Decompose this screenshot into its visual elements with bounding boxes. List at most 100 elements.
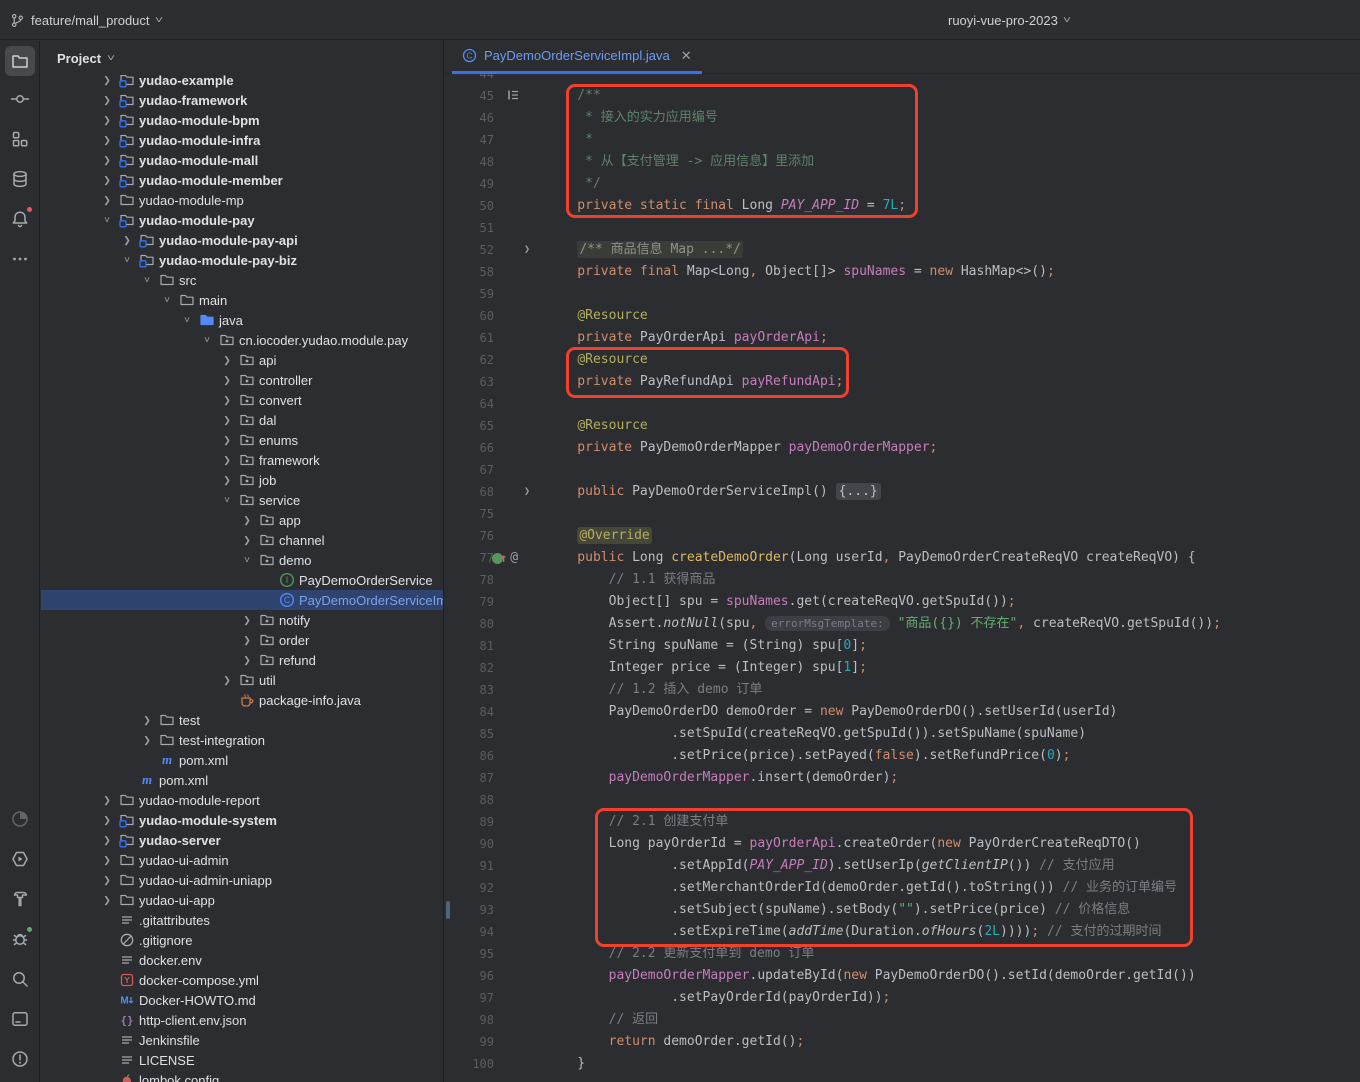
tree-item-test[interactable]: ❯test <box>41 710 443 730</box>
chevron-down-icon[interactable]: ˅ <box>139 275 155 286</box>
tree-item-api[interactable]: ❯api <box>41 350 443 370</box>
tree-item-refund[interactable]: ❯refund <box>41 650 443 670</box>
problems-button[interactable] <box>5 1044 35 1074</box>
tree-item-main[interactable]: ˅main <box>41 290 443 310</box>
tree-item-jenkinsfile[interactable]: Jenkinsfile <box>41 1030 443 1050</box>
chevron-right-icon[interactable]: ❯ <box>239 515 255 526</box>
line-number[interactable]: 65 <box>444 415 494 437</box>
tree-item-java[interactable]: ˅java <box>41 310 443 330</box>
code-line-92[interactable]: 92 .setMerchantOrderId(demoOrder.getId()… <box>444 877 1360 899</box>
line-number[interactable]: 92 <box>444 877 494 899</box>
code-line-86[interactable]: 86 .setPrice(price).setPayed(false).setR… <box>444 745 1360 767</box>
code-line-91[interactable]: 91 .setAppId(PAY_APP_ID).setUserIp(getCl… <box>444 855 1360 877</box>
tree-item-lombok-config[interactable]: lombok.config <box>41 1070 443 1082</box>
tree-item-yudao-module-mall[interactable]: ❯yudao-module-mall <box>41 150 443 170</box>
tree-item-enums[interactable]: ❯enums <box>41 430 443 450</box>
tree-item-yudao-ui-admin[interactable]: ❯yudao-ui-admin <box>41 850 443 870</box>
chevron-right-icon[interactable]: ❯ <box>99 815 115 826</box>
database-button[interactable] <box>5 164 35 194</box>
tree-item-notify[interactable]: ❯notify <box>41 610 443 630</box>
tree-item-yudao-ui-admin-uniapp[interactable]: ❯yudao-ui-admin-uniapp <box>41 870 443 890</box>
line-number[interactable]: 87 <box>444 767 494 789</box>
chevron-down-icon[interactable]: ˅ <box>199 335 215 346</box>
more-button[interactable] <box>5 244 35 274</box>
line-number[interactable]: 97 <box>444 987 494 1009</box>
tree-item-docker-compose-yml[interactable]: Ydocker-compose.yml <box>41 970 443 990</box>
tree-item-yudao-ui-app[interactable]: ❯yudao-ui-app <box>41 890 443 910</box>
code-line-75[interactable]: 75 <box>444 503 1360 525</box>
code-line-93[interactable]: 93 .setSubject(spuName).setBody("").setP… <box>444 899 1360 921</box>
line-number[interactable]: 99 <box>444 1031 494 1053</box>
project-panel-header[interactable]: Project ˅ <box>41 41 443 75</box>
tree-item-controller[interactable]: ❯controller <box>41 370 443 390</box>
tree-item-job[interactable]: ❯job <box>41 470 443 490</box>
line-number[interactable]: 89 <box>444 811 494 833</box>
code-line-76[interactable]: 76 @Override <box>444 525 1360 547</box>
tree-item-convert[interactable]: ❯convert <box>41 390 443 410</box>
tree-item-yudao-module-pay[interactable]: ˅yudao-module-pay <box>41 210 443 230</box>
tree-item-yudao-module-pay-api[interactable]: ❯yudao-module-pay-api <box>41 230 443 250</box>
chevron-right-icon[interactable]: ❯ <box>219 435 235 446</box>
line-number[interactable]: 67 <box>444 459 494 481</box>
code-editor[interactable]: 4445 /**46 * 接入的实力应用编号47 *48 * 从【支付管理 ->… <box>444 40 1360 1082</box>
chevron-down-icon[interactable]: ˅ <box>159 295 175 306</box>
line-number[interactable]: 86 <box>444 745 494 767</box>
line-number[interactable]: 96 <box>444 965 494 987</box>
code-line-51[interactable]: 51 <box>444 217 1360 239</box>
line-number[interactable]: 79 <box>444 591 494 613</box>
code-line-64[interactable]: 64 <box>444 393 1360 415</box>
code-line-49[interactable]: 49 */ <box>444 173 1360 195</box>
tree-item-http-client-env-json[interactable]: {}http-client.env.json <box>41 1010 443 1030</box>
chevron-down-icon[interactable]: ˅ <box>179 315 195 326</box>
code-line-47[interactable]: 47 * <box>444 129 1360 151</box>
code-line-60[interactable]: 60 @Resource <box>444 305 1360 327</box>
line-number[interactable]: 60 <box>444 305 494 327</box>
chevron-right-icon[interactable]: ❯ <box>119 235 135 246</box>
build-hammer-button[interactable] <box>5 884 35 914</box>
code-line-45[interactable]: 45 /** <box>444 85 1360 107</box>
tree-item-framework[interactable]: ❯framework <box>41 450 443 470</box>
tree-item-app[interactable]: ❯app <box>41 510 443 530</box>
tree-item-yudao-module-report[interactable]: ❯yudao-module-report <box>41 790 443 810</box>
code-line-50[interactable]: 50 private static final Long PAY_APP_ID … <box>444 195 1360 217</box>
chevron-right-icon[interactable]: ❯ <box>99 115 115 126</box>
chevron-right-icon[interactable]: ❯ <box>219 475 235 486</box>
tree-item-yudao-module-pay-biz[interactable]: ˅yudao-module-pay-biz <box>41 250 443 270</box>
chevron-right-icon[interactable]: ❯ <box>99 835 115 846</box>
code-line-94[interactable]: 94 .setExpireTime(addTime(Duration.ofHou… <box>444 921 1360 943</box>
fold-region-icon[interactable]: ❯ <box>524 481 530 503</box>
code-line-83[interactable]: 83 // 1.2 插入 demo 订单 <box>444 679 1360 701</box>
code-line-46[interactable]: 46 * 接入的实力应用编号 <box>444 107 1360 129</box>
tab-close-icon[interactable]: ✕ <box>681 48 692 64</box>
tree-item-yudao-module-system[interactable]: ❯yudao-module-system <box>41 810 443 830</box>
tree-item-yudao-framework[interactable]: ❯yudao-framework <box>41 90 443 110</box>
chevron-right-icon[interactable]: ❯ <box>99 135 115 146</box>
code-line-63[interactable]: 63 private PayRefundApi payRefundApi; <box>444 371 1360 393</box>
tree-item-cn-iocoder-yudao-module-pay[interactable]: ˅cn.iocoder.yudao.module.pay <box>41 330 443 350</box>
tree-item--gitattributes[interactable]: .gitattributes <box>41 910 443 930</box>
commit-button[interactable] <box>5 84 35 114</box>
line-number[interactable]: 68 <box>444 481 494 503</box>
line-number[interactable]: 81 <box>444 635 494 657</box>
chevron-right-icon[interactable]: ❯ <box>99 855 115 866</box>
chevron-right-icon[interactable]: ❯ <box>99 95 115 106</box>
tree-item-yudao-module-mp[interactable]: ❯yudao-module-mp <box>41 190 443 210</box>
tree-item-docker-howto-md[interactable]: MDocker-HOWTO.md <box>41 990 443 1010</box>
chevron-right-icon[interactable]: ❯ <box>99 795 115 806</box>
line-number[interactable]: 82 <box>444 657 494 679</box>
chevron-right-icon[interactable]: ❯ <box>239 615 255 626</box>
chevron-right-icon[interactable]: ❯ <box>219 355 235 366</box>
line-number[interactable]: 61 <box>444 327 494 349</box>
line-number[interactable]: 64 <box>444 393 494 415</box>
code-line-58[interactable]: 58 private final Map<Long, Object[]> spu… <box>444 261 1360 283</box>
tree-item-demo[interactable]: ˅demo <box>41 550 443 570</box>
fold-region-icon[interactable]: ❯ <box>524 239 530 261</box>
tree-item-pom-xml[interactable]: mpom.xml <box>41 770 443 790</box>
code-line-87[interactable]: 87 payDemoOrderMapper.insert(demoOrder); <box>444 767 1360 789</box>
chevron-right-icon[interactable]: ❯ <box>99 895 115 906</box>
code-line-81[interactable]: 81 String spuName = (String) spu[0]; <box>444 635 1360 657</box>
line-number[interactable]: 49 <box>444 173 494 195</box>
code-line-96[interactable]: 96 payDemoOrderMapper.updateById(new Pay… <box>444 965 1360 987</box>
code-line-89[interactable]: 89 // 2.1 创建支付单 <box>444 811 1360 833</box>
line-number[interactable]: 48 <box>444 151 494 173</box>
